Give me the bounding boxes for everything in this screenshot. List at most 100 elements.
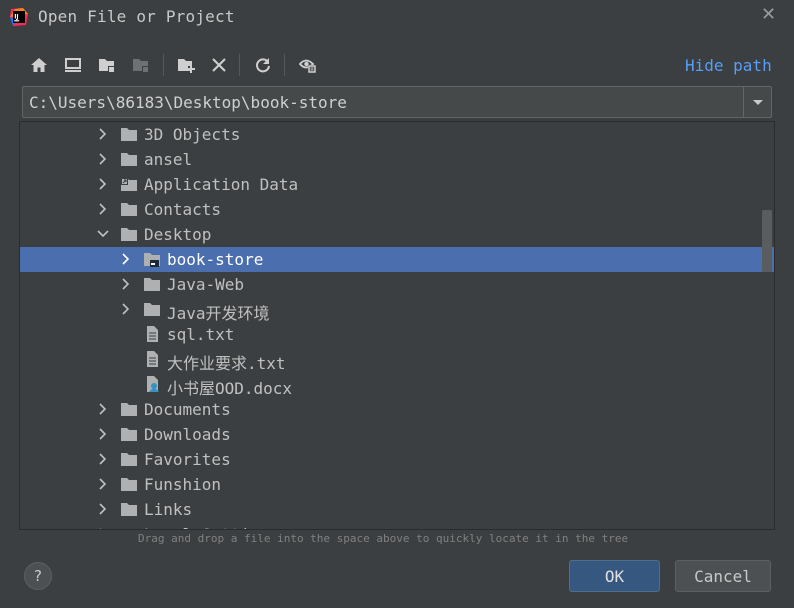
tree-row-label: Contacts bbox=[144, 200, 222, 219]
chevron-down-icon[interactable] bbox=[96, 227, 110, 241]
tree-row-label: 小书屋OOD.docx bbox=[167, 379, 293, 398]
tree-row[interactable]: sql.txt bbox=[20, 322, 774, 347]
folder-link-icon bbox=[121, 178, 137, 191]
tree-row-label: sql.txt bbox=[167, 325, 235, 344]
tree-row[interactable]: Application Data bbox=[20, 172, 774, 197]
folder-icon bbox=[121, 128, 137, 141]
tree-row[interactable]: Local Settings bbox=[20, 522, 774, 530]
tree-row-label: Application Data bbox=[144, 175, 299, 194]
refresh-icon bbox=[256, 58, 270, 73]
chevron-right-icon[interactable] bbox=[96, 177, 110, 191]
tree-row-label: Favorites bbox=[144, 450, 231, 469]
tree-scrollbar-thumb[interactable] bbox=[762, 210, 772, 272]
tree-row[interactable]: Java-Web bbox=[20, 272, 774, 297]
folder-icon bbox=[121, 478, 137, 491]
project-directory-button[interactable] bbox=[94, 52, 120, 78]
new-folder-button[interactable] bbox=[173, 52, 199, 78]
docx-file-icon bbox=[147, 376, 159, 392]
toolbar-separator bbox=[239, 54, 240, 76]
refresh-button[interactable] bbox=[250, 52, 276, 78]
chevron-right-icon[interactable] bbox=[96, 502, 110, 516]
chevron-right-icon[interactable] bbox=[96, 477, 110, 491]
folder-icon bbox=[121, 203, 137, 216]
close-icon[interactable]: ✕ bbox=[761, 4, 776, 25]
folder-icon bbox=[121, 503, 137, 516]
tree-row-label: Funshion bbox=[144, 475, 222, 494]
tree-scrollbar-track[interactable] bbox=[761, 122, 773, 528]
folder-icon bbox=[144, 278, 160, 291]
module-folder-icon bbox=[133, 59, 149, 73]
delete-button[interactable] bbox=[206, 52, 232, 78]
tree-row[interactable]: Documents bbox=[20, 397, 774, 422]
folder-icon bbox=[121, 453, 137, 466]
tree-row-label: Java开发环境 bbox=[167, 304, 270, 323]
show-hidden-icon bbox=[299, 59, 316, 73]
folder-icon bbox=[121, 403, 137, 416]
tree-row[interactable]: Funshion bbox=[20, 472, 774, 497]
chevron-right-icon[interactable] bbox=[96, 452, 110, 466]
toolbar-separator bbox=[163, 54, 164, 76]
path-combobox bbox=[22, 86, 772, 118]
drag-drop-hint: Drag and drop a file into the space abov… bbox=[138, 532, 629, 545]
chevron-right-icon[interactable] bbox=[96, 402, 110, 416]
tree-row[interactable]: Contacts bbox=[20, 197, 774, 222]
title-bar: IJ Open File or Project ✕ bbox=[0, 0, 794, 34]
folder-link-icon bbox=[121, 528, 128, 529]
show-hidden-button[interactable] bbox=[295, 52, 321, 78]
tree-row[interactable]: Links bbox=[20, 497, 774, 522]
folder-icon bbox=[144, 303, 160, 316]
project-folder-icon bbox=[99, 59, 115, 73]
toolbar bbox=[26, 52, 356, 78]
text-file-icon bbox=[147, 351, 158, 367]
tree-row-label: 大作业要求.txt bbox=[167, 354, 286, 373]
ok-button[interactable]: OK bbox=[569, 560, 660, 592]
chevron-right-icon[interactable] bbox=[96, 152, 110, 166]
chevron-right-icon[interactable] bbox=[96, 427, 110, 441]
tree-row-label: Java-Web bbox=[167, 275, 245, 294]
project-folder-icon bbox=[144, 253, 160, 267]
chevron-right-icon[interactable] bbox=[119, 302, 133, 316]
tree-row[interactable]: Desktop bbox=[20, 222, 774, 247]
tree-row-label: Local Settings bbox=[144, 525, 279, 529]
tree-row-label: 3D Objects bbox=[144, 125, 241, 144]
tree-row-label: Links bbox=[144, 500, 193, 519]
tree-row-label: Desktop bbox=[144, 225, 212, 244]
chevron-right-icon[interactable] bbox=[119, 277, 133, 291]
desktop-button[interactable] bbox=[60, 52, 86, 78]
tree-row[interactable]: Downloads bbox=[20, 422, 774, 447]
tree-row[interactable]: 小书屋OOD.docx bbox=[20, 372, 774, 398]
intellij-logo-icon: IJ bbox=[10, 8, 28, 26]
tree-row-label: Downloads bbox=[144, 425, 231, 444]
svg-text:IJ: IJ bbox=[14, 14, 18, 21]
new-folder-icon bbox=[178, 59, 195, 73]
path-dropdown-button[interactable] bbox=[743, 87, 771, 117]
tree-row[interactable]: ansel bbox=[20, 147, 774, 172]
tree-row[interactable]: Favorites bbox=[20, 447, 774, 472]
path-input[interactable] bbox=[23, 87, 743, 117]
tree-row-label: ansel bbox=[144, 150, 193, 169]
text-file-icon bbox=[147, 326, 158, 342]
chevron-right-icon[interactable] bbox=[96, 127, 110, 141]
toolbar-separator bbox=[284, 54, 285, 76]
cancel-button[interactable]: Cancel bbox=[675, 560, 771, 592]
chevron-right-icon[interactable] bbox=[96, 527, 110, 530]
module-directory-button[interactable] bbox=[128, 52, 154, 78]
tree-row[interactable]: 3D Objects bbox=[20, 122, 774, 147]
help-button[interactable]: ? bbox=[24, 562, 52, 590]
desktop-icon bbox=[65, 58, 81, 72]
chevron-right-icon[interactable] bbox=[119, 252, 133, 266]
chevron-down-icon bbox=[752, 100, 763, 105]
hide-path-link[interactable]: Hide path bbox=[685, 56, 772, 75]
folder-icon bbox=[121, 153, 137, 166]
folder-icon bbox=[121, 228, 137, 241]
tree-row-label: Documents bbox=[144, 400, 231, 419]
window-title: Open File or Project bbox=[38, 7, 235, 26]
home-icon bbox=[31, 58, 47, 72]
tree-row[interactable]: book-store bbox=[20, 247, 774, 272]
file-tree[interactable]: 3D Objects ansel Application Data Contacts D… bbox=[19, 121, 775, 530]
folder-icon bbox=[121, 428, 137, 441]
tree-row[interactable]: 大作业要求.txt bbox=[20, 347, 774, 373]
chevron-right-icon[interactable] bbox=[96, 202, 110, 216]
home-button[interactable] bbox=[26, 52, 52, 78]
tree-row[interactable]: Java开发环境 bbox=[20, 297, 774, 323]
